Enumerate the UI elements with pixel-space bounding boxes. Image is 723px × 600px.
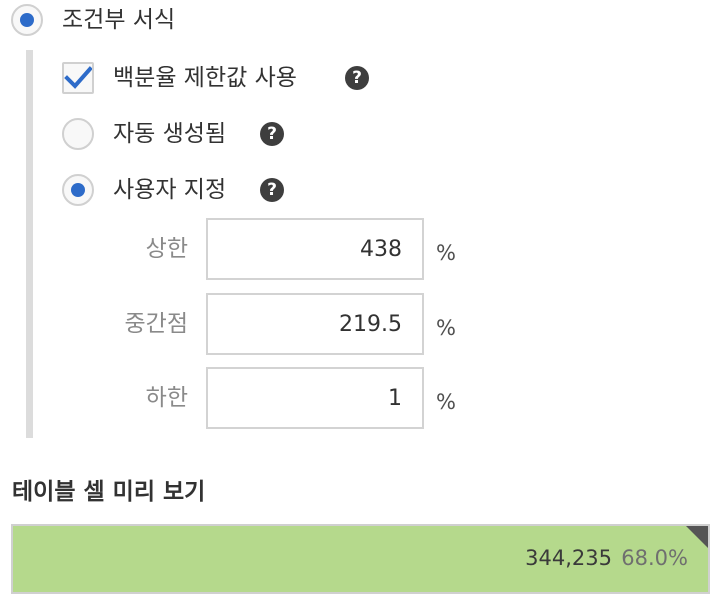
- conditional-formatting-radio[interactable]: [11, 4, 43, 36]
- midpoint-label: 중간점: [124, 311, 188, 337]
- percent-limits-checkbox[interactable]: [62, 62, 94, 94]
- preview-value: 344,235: [525, 546, 612, 570]
- table-cell-preview: 344,235 68.0%: [11, 524, 710, 594]
- percent-limits-label: 백분율 제한값 사용: [113, 65, 297, 91]
- custom-label: 사용자 지정: [113, 177, 227, 203]
- question-circle-icon[interactable]: ?: [260, 178, 284, 202]
- custom-radio[interactable]: [62, 174, 94, 206]
- preview-title: 테이블 셀 미리 보기: [12, 479, 206, 505]
- upper-limit-label: 상한: [145, 236, 188, 262]
- upper-limit-input[interactable]: [206, 218, 424, 280]
- upper-limit-unit: %: [436, 241, 456, 265]
- preview-percent: 68.0%: [621, 546, 688, 570]
- auto-generated-label: 자동 생성됨: [113, 121, 227, 147]
- lower-limit-label: 하한: [145, 385, 188, 411]
- midpoint-unit: %: [436, 316, 456, 340]
- auto-generated-radio[interactable]: [62, 118, 94, 150]
- midpoint-input[interactable]: [206, 293, 424, 355]
- conditional-formatting-label: 조건부 서식: [62, 7, 176, 33]
- corner-marker-icon: [686, 526, 708, 548]
- question-circle-icon[interactable]: ?: [260, 122, 284, 146]
- checkmark-icon: [64, 66, 92, 89]
- question-circle-icon[interactable]: ?: [345, 66, 369, 90]
- lower-limit-unit: %: [436, 390, 456, 414]
- indent-bar: [26, 50, 33, 438]
- lower-limit-input[interactable]: [206, 367, 424, 429]
